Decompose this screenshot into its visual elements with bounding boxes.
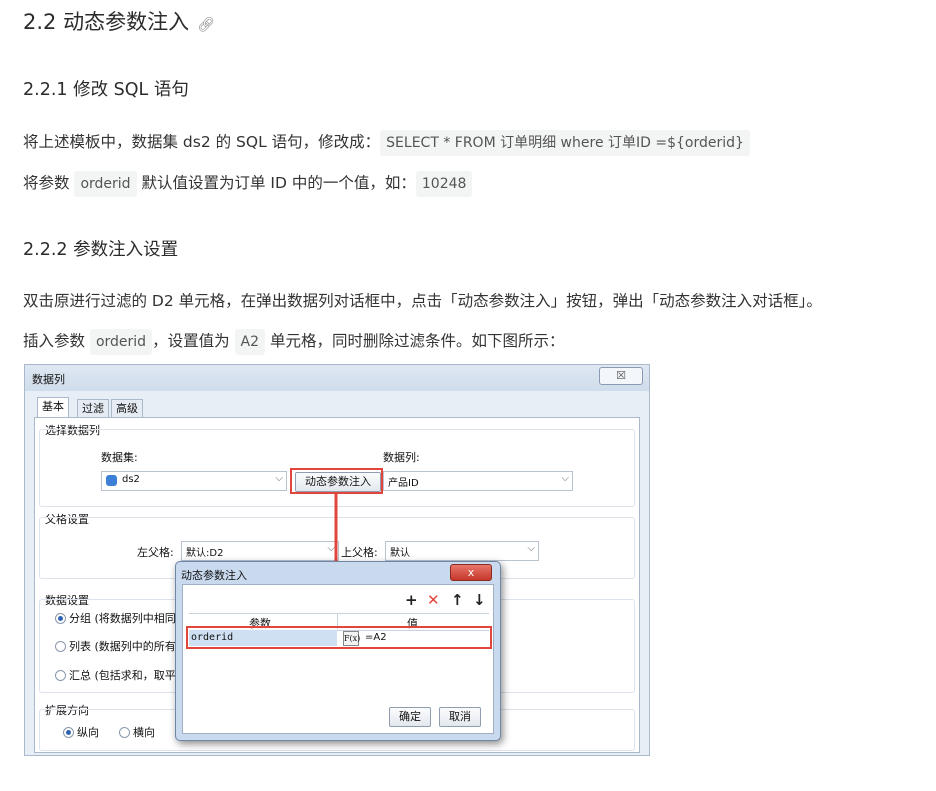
page-heading: 2.2 动态参数注入 🔗︎	[23, 6, 215, 36]
radio-group-option[interactable]	[55, 613, 66, 624]
link-icon[interactable]: 🔗︎	[197, 17, 215, 33]
close-icon[interactable]: ☒	[599, 367, 643, 385]
sql-code: SELECT * FROM 订单明细 where 订单ID =${orderid…	[380, 130, 750, 156]
value-code: 10248	[415, 171, 473, 197]
tab-advanced[interactable]: 高级	[111, 399, 143, 419]
paragraph-instructions: 双击原进行过滤的 D2 单元格，在弹出数据列对话框中，点击「动态参数注入」按钮，…	[23, 292, 822, 310]
section-heading-modify-sql: 2.2.1 修改 SQL 语句	[23, 80, 189, 100]
param-code-2: orderid	[89, 329, 153, 355]
chevron-down-icon: ⌵	[561, 473, 569, 484]
radio-summary-option[interactable]	[55, 670, 66, 681]
paragraph-default: 将参数 orderid 默认值设置为订单 ID 中的一个值，如： 10248	[23, 171, 473, 197]
dataset-value: ds2	[122, 474, 140, 485]
radio-summary-label: 汇总 (包括求和，取平	[69, 669, 176, 682]
default-middle: 默认值设置为订单 ID 中的一个值，如：	[141, 174, 416, 192]
top-parent-value: 默认	[390, 548, 410, 559]
add-icon[interactable]: +	[405, 591, 418, 609]
chevron-down-icon: ⌵	[275, 473, 283, 484]
radio-list-label: 列表 (数据列中的所有	[69, 640, 176, 653]
dialog-body: + ✕ ↑ ↓ 参数 值 orderid F(x) =A2 确定 取消	[182, 584, 494, 734]
radio-horizontal-option[interactable]	[119, 727, 130, 738]
arrow-up-icon[interactable]: ↑	[451, 591, 464, 609]
insert-suffix: 单元格，同时删除过滤条件。如下图所示：	[269, 332, 565, 350]
database-icon	[106, 475, 117, 486]
column-label: 数据列:	[383, 451, 420, 464]
ok-button[interactable]: 确定	[389, 707, 431, 727]
section-heading-param-inject: 2.2.2 参数注入设置	[23, 240, 179, 260]
left-parent-label: 左父格:	[137, 546, 174, 559]
dataset-label: 数据集:	[101, 451, 138, 464]
window-title: 数据列	[32, 373, 65, 386]
arrow-down-icon[interactable]: ↓	[473, 591, 486, 609]
insert-middle: ，设置值为	[152, 332, 230, 350]
heading-text: 2.2 动态参数注入	[23, 10, 190, 34]
chevron-down-icon: ⌵	[527, 543, 535, 554]
radio-vertical-option[interactable]	[63, 727, 74, 738]
left-parent-value: 默认:D2	[186, 548, 224, 559]
cancel-button[interactable]: 取消	[439, 707, 481, 727]
close-icon[interactable]: x	[450, 564, 492, 581]
radio-horizontal-label: 横向	[133, 726, 155, 739]
top-parent-select[interactable]: 默认 ⌵	[385, 541, 539, 561]
dialog-title: 动态参数注入	[181, 569, 247, 582]
dialog-screenshot: 数据列 ☒ 基本 过滤 高级 选择数据列 数据集: ds2 ⌵ 动态参数注入 数…	[24, 364, 650, 756]
radio-group-label: 分组 (将数据列中相同	[69, 612, 176, 625]
column-select[interactable]: 产品ID ⌵	[383, 471, 573, 491]
left-parent-select[interactable]: 默认:D2 ⌵	[181, 541, 339, 561]
paragraph-insert: 插入参数 orderid ，设置值为 A2 单元格，同时删除过滤条件。如下图所示：	[23, 329, 565, 355]
tab-basic[interactable]: 基本	[37, 397, 69, 419]
tab-filter[interactable]: 过滤	[77, 399, 109, 419]
window-titlebar: 数据列 ☒	[25, 365, 649, 391]
cell-code: A2	[234, 329, 265, 355]
param-code: orderid	[74, 171, 137, 197]
insert-prefix: 插入参数	[23, 332, 86, 350]
radio-list-option[interactable]	[55, 641, 66, 652]
column-value: 产品ID	[388, 478, 419, 489]
sql-text: 将上述模板中，数据集 ds2 的 SQL 语句，修改成：	[23, 133, 381, 151]
dynamic-param-dialog: 动态参数注入 x + ✕ ↑ ↓ 参数 值 orderid F(x) =A2 确…	[175, 561, 501, 741]
dataset-select[interactable]: ds2 ⌵	[101, 471, 287, 491]
highlight-box-row	[186, 626, 492, 649]
radio-vertical-label: 纵向	[77, 726, 99, 739]
highlight-box-button	[290, 468, 383, 494]
delete-icon[interactable]: ✕	[427, 591, 440, 609]
default-prefix: 将参数	[23, 174, 70, 192]
paragraph-sql: 将上述模板中，数据集 ds2 的 SQL 语句，修改成： SELECT * FRO…	[23, 130, 750, 156]
